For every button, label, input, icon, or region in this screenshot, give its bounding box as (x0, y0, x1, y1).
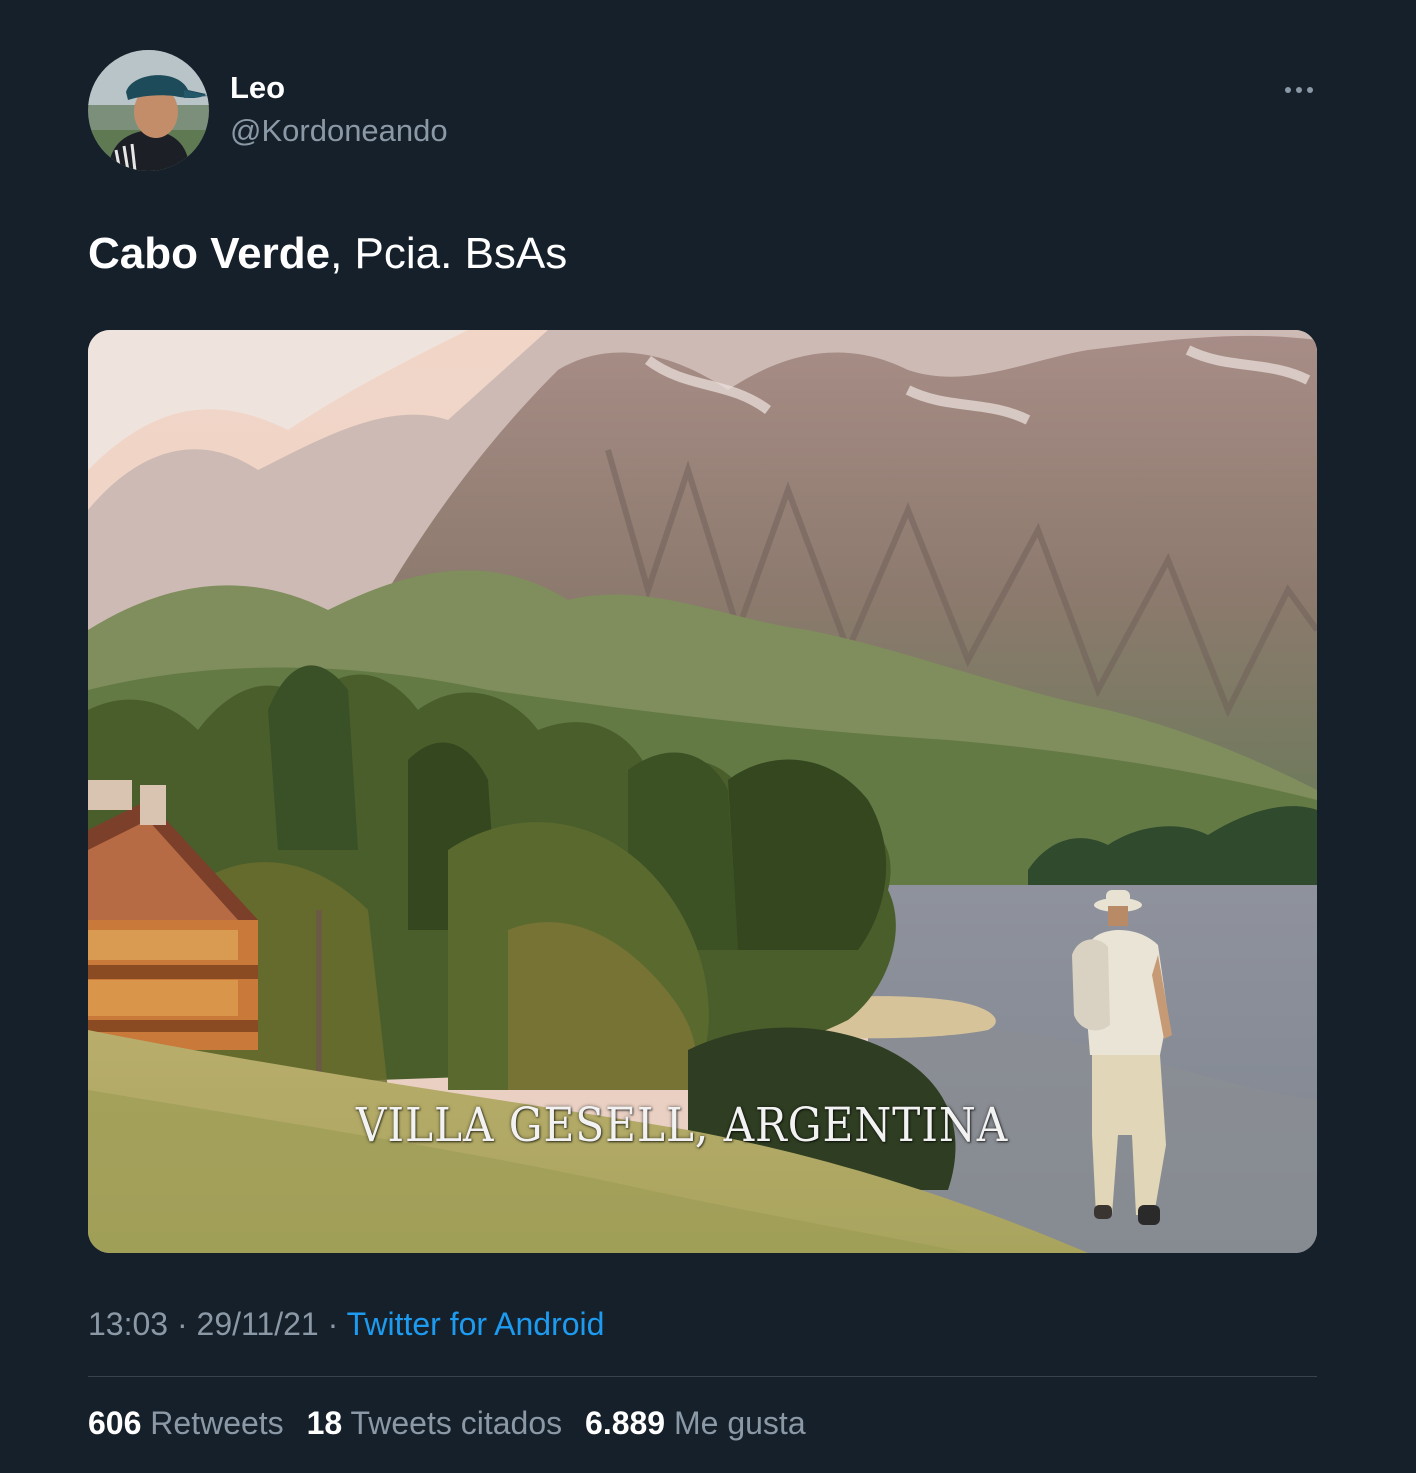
tweet-text: Cabo Verde, Pcia. BsAs (88, 226, 567, 282)
meta-separator: · (168, 1306, 197, 1342)
tweet-meta: 13:03 · 29/11/21 · Twitter for Android (88, 1306, 604, 1343)
tweet-text-rest: , Pcia. BsAs (330, 229, 568, 278)
divider (88, 1376, 1317, 1377)
likes-count: 6.889 (585, 1405, 666, 1441)
tweet-detail: Leo @Kordoneando Cabo Verde, Pcia. BsAs (0, 0, 1416, 1473)
tweet-time[interactable]: 13:03 (88, 1306, 168, 1342)
user-name[interactable]: Leo (230, 70, 285, 106)
quote-tweets-stat[interactable]: 18 Tweets citados (307, 1405, 563, 1441)
tweet-media-image[interactable]: VILLA GESELL, ARGENTINA (88, 330, 1317, 1253)
media-caption: VILLA GESELL, ARGENTINA (355, 1098, 1009, 1153)
retweets-label: Retweets (150, 1405, 284, 1441)
user-handle[interactable]: @Kordoneando (230, 113, 448, 149)
tweet-date[interactable]: 29/11/21 (197, 1306, 319, 1342)
more-options-button[interactable] (1278, 70, 1320, 110)
tweet-source-link[interactable]: Twitter for Android (347, 1306, 605, 1342)
quote-tweets-label: Tweets citados (350, 1405, 563, 1441)
meta-separator: · (318, 1306, 347, 1342)
likes-stat[interactable]: 6.889 Me gusta (585, 1405, 806, 1441)
retweets-count: 606 (88, 1405, 142, 1441)
likes-label: Me gusta (673, 1405, 806, 1441)
tweet-stats: 606 Retweets 18 Tweets citados 6.889 Me … (88, 1405, 820, 1442)
more-horizontal-icon (1284, 81, 1314, 99)
tweet-text-bold: Cabo Verde (88, 229, 331, 278)
quote-tweets-count: 18 (306, 1405, 343, 1441)
avatar[interactable] (88, 50, 209, 171)
retweets-stat[interactable]: 606 Retweets (88, 1405, 284, 1441)
